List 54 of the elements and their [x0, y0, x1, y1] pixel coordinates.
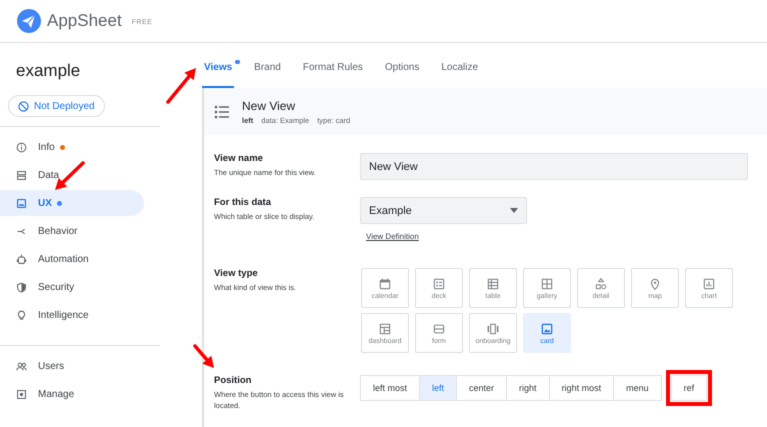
view-type-icon — [540, 276, 554, 290]
tab[interactable]: Format Rules — [300, 43, 365, 88]
data-dropdown[interactable]: Example — [360, 197, 527, 224]
logo-icon — [17, 9, 41, 33]
sidebar-item[interactable]: Users — [0, 353, 144, 379]
view-type-icon — [432, 322, 446, 336]
nav-icon — [16, 310, 27, 320]
view-type-icon — [378, 322, 392, 336]
tab[interactable]: Brand — [252, 43, 283, 88]
field-label: View name — [214, 153, 264, 164]
sidebar-item[interactable]: UX — [0, 190, 144, 216]
position-option[interactable]: right most — [548, 375, 614, 401]
tab[interactable]: Localize — [439, 43, 480, 88]
field-label: Position — [214, 375, 252, 386]
view-type-icon — [702, 276, 716, 290]
sidebar-item[interactable]: Security — [0, 274, 144, 300]
view-type-icon — [378, 276, 392, 290]
deploy-status-chip[interactable]: Not Deployed — [8, 95, 105, 117]
sidebar-item[interactable]: Intelligence — [0, 302, 144, 328]
field-label: For this data — [214, 197, 272, 208]
nav-icon — [16, 282, 27, 292]
nav-icon — [16, 388, 27, 400]
app-title: example — [16, 61, 82, 82]
position-option[interactable]: right — [506, 375, 550, 401]
caret-icon — [510, 208, 518, 213]
position-option[interactable]: left most — [360, 375, 420, 401]
sidebar-item[interactable]: Manage — [0, 381, 144, 407]
view-type-icon — [648, 276, 662, 290]
position-option[interactable]: center — [456, 375, 508, 401]
sidebar-item[interactable]: Data — [0, 162, 144, 188]
nav-icon — [16, 170, 27, 180]
view-definition-link[interactable]: View Definition — [366, 232, 419, 241]
tab[interactable]: Options — [382, 43, 422, 88]
nav-icon — [16, 198, 27, 208]
view-type-icon — [594, 276, 608, 290]
nav-icon — [16, 254, 27, 264]
position-option[interactable]: ref — [670, 375, 708, 401]
view-type-icon — [486, 276, 500, 290]
view-type-icon — [486, 322, 500, 336]
view-type-icon — [540, 322, 554, 336]
blocked-icon — [18, 100, 29, 112]
sidebar-item[interactable]: Behavior — [0, 218, 144, 244]
sidebar-item[interactable]: Automation — [0, 246, 144, 272]
app-name: AppSheet — [47, 11, 122, 31]
field-label: View type — [214, 268, 259, 279]
sidebar-item[interactable]: Info — [0, 134, 144, 160]
view-type-icon — [432, 276, 446, 290]
nav-icon — [16, 142, 27, 152]
position-option[interactable]: menu — [613, 375, 662, 401]
view-name-field[interactable]: New View — [360, 153, 748, 180]
view-title: New View — [242, 98, 296, 112]
position-option[interactable]: left — [419, 375, 458, 401]
nav-icon — [16, 360, 27, 372]
list-icon — [214, 104, 230, 118]
